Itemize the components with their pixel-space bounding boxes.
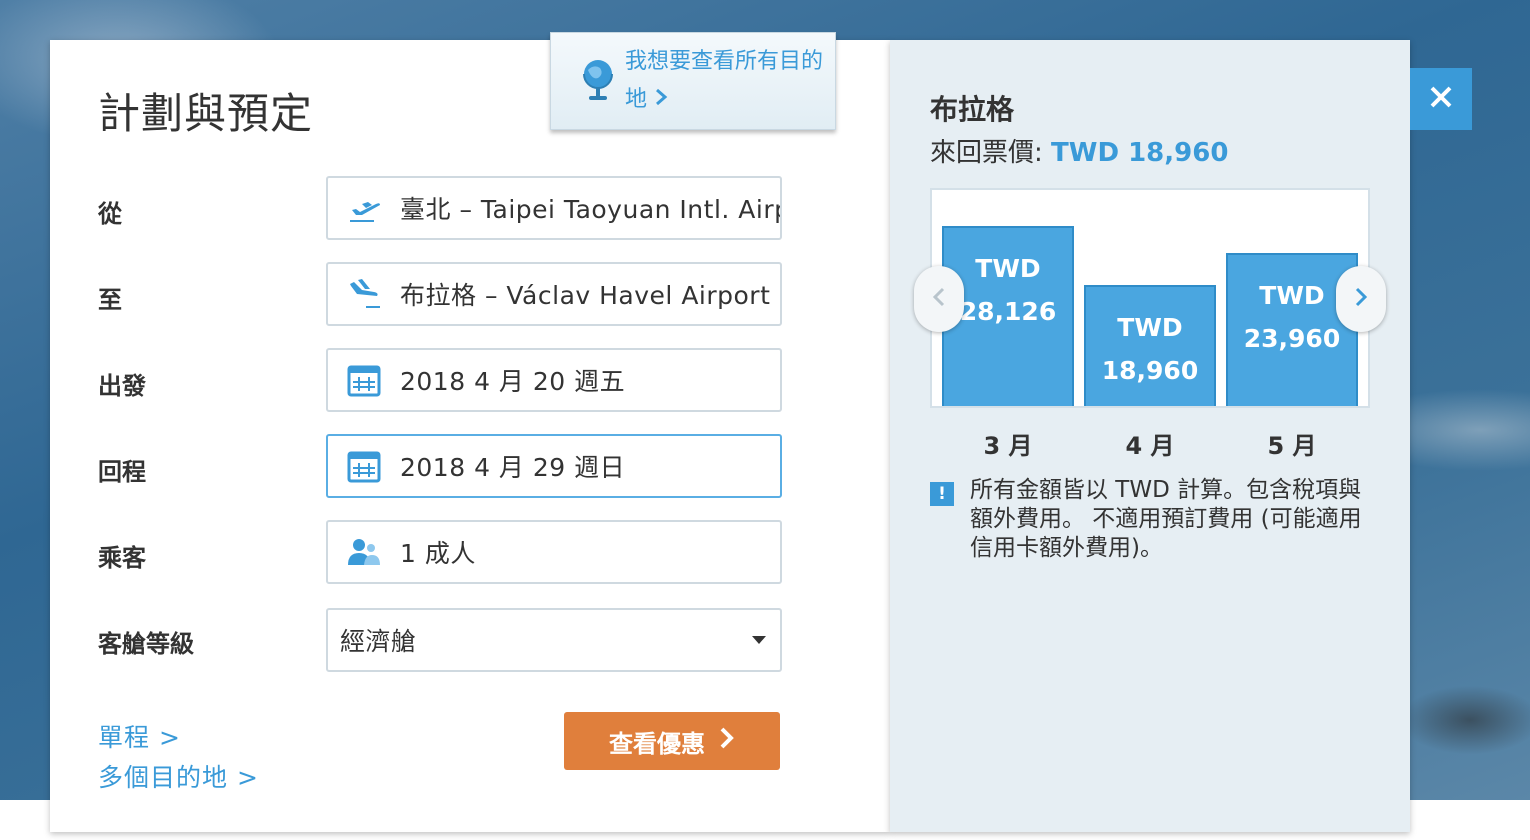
from-label: 從 <box>98 200 122 228</box>
explore-all-destinations-tab[interactable]: 我想要查看所有目的地 <box>550 32 836 130</box>
to-input[interactable]: 布拉格 – Václav Havel Airport <box>326 262 782 326</box>
price-note: ! 所有金額皆以 TWD 計算。包含稅項與額外費用。 不適用預訂費用 (可能適用… <box>930 476 1370 563</box>
chart-prev-button[interactable] <box>914 266 964 332</box>
price-bar-value: 23,960 <box>1243 324 1341 353</box>
monthly-price-chart: TWD 28,126 TWD 18,960 TWD 23,960 <box>930 188 1370 408</box>
booking-panel: 計劃與預定 我想要查看所有目的地 從 臺北 – Taipei Taoyuan I… <box>50 32 890 832</box>
return-label: 回程 <box>98 458 146 486</box>
close-icon <box>1429 85 1453 113</box>
month-label: 4 月 <box>1125 432 1175 460</box>
to-value: 布拉格 – Václav Havel Airport <box>400 281 771 310</box>
passengers-label: 乘客 <box>98 544 146 572</box>
chevron-right-icon <box>1354 287 1368 311</box>
plane-landing-icon <box>328 276 400 312</box>
to-label: 至 <box>98 286 122 314</box>
view-deals-button[interactable]: 查看優惠 <box>564 712 780 770</box>
cabin-class-value: 經濟艙 <box>340 627 417 656</box>
plane-takeoff-icon <box>328 190 400 226</box>
one-way-link[interactable]: 單程 > <box>98 718 181 754</box>
price-bar-currency: TWD <box>1117 313 1183 342</box>
return-date-value: 2018 4 月 29 週日 <box>400 453 626 482</box>
round-trip-price: 來回票價: TWD 18,960 <box>930 132 1228 169</box>
calendar-icon <box>328 449 400 483</box>
passengers-value: 1 成人 <box>400 539 476 568</box>
multi-city-link[interactable]: 多個目的地 > <box>98 758 259 794</box>
chevron-down-icon <box>752 636 766 644</box>
globe-icon <box>581 56 615 106</box>
price-bar-value: 18,960 <box>1101 356 1199 385</box>
price-note-text: 所有金額皆以 TWD 計算。包含稅項與額外費用。 不適用預訂費用 (可能適用信用… <box>970 477 1362 561</box>
depart-date-value: 2018 4 月 20 週五 <box>400 367 626 396</box>
page-title: 計劃與預定 <box>98 89 314 138</box>
view-deals-label: 查看優惠 <box>609 729 705 758</box>
users-icon <box>328 537 400 567</box>
destination-name: 布拉格 <box>930 93 1015 126</box>
price-label: 來回票價: <box>930 138 1043 168</box>
price-bar[interactable]: TWD 23,960 <box>1226 253 1358 406</box>
depart-label: 出發 <box>98 372 146 400</box>
close-button[interactable] <box>1410 68 1472 130</box>
return-date-input[interactable]: 2018 4 月 29 週日 <box>326 434 782 498</box>
from-input[interactable]: 臺北 – Taipei Taoyuan Intl. Airport <box>326 176 782 240</box>
chart-next-button[interactable] <box>1336 266 1386 332</box>
info-icon: ! <box>930 482 954 506</box>
price-bar-currency: TWD <box>975 254 1041 283</box>
cabin-class-label: 客艙等級 <box>98 630 194 658</box>
from-value: 臺北 – Taipei Taoyuan Intl. Airport <box>400 195 780 224</box>
cabin-class-select[interactable]: 經濟艙 <box>326 608 782 672</box>
chevron-right-icon <box>654 87 668 112</box>
calendar-icon <box>328 363 400 397</box>
price-sidebar: 布拉格 來回票價: TWD 18,960 TWD 28,126 TWD 18,960 T… <box>890 40 1410 832</box>
chevron-right-icon <box>719 727 735 755</box>
chevron-left-icon <box>932 287 946 311</box>
depart-date-input[interactable]: 2018 4 月 20 週五 <box>326 348 782 412</box>
passengers-input[interactable]: 1 成人 <box>326 520 782 584</box>
month-label: 5 月 <box>1267 432 1317 460</box>
price-value: TWD 18,960 <box>1051 138 1229 168</box>
month-label: 3 月 <box>983 432 1033 460</box>
price-bar[interactable]: TWD 18,960 <box>1084 285 1216 406</box>
